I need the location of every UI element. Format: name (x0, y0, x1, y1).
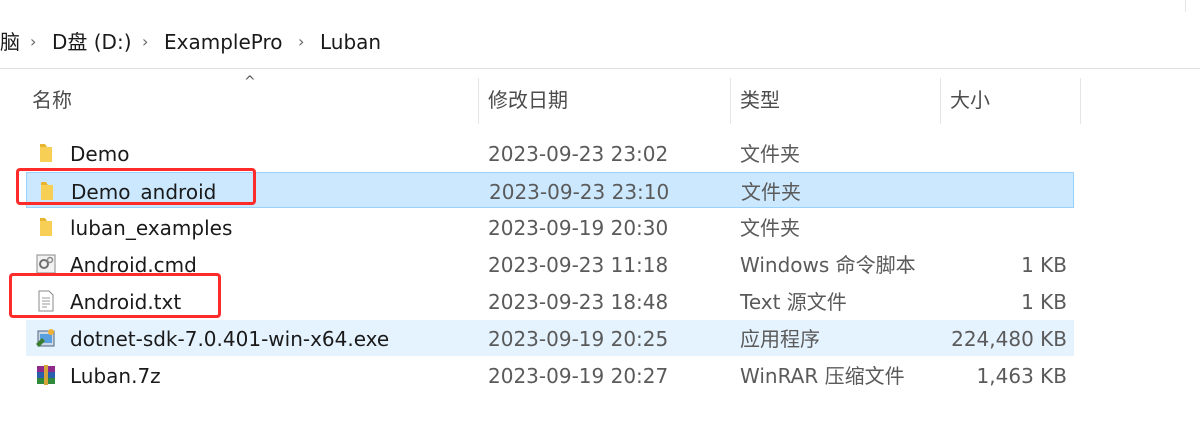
file-size: 1 KB (1021, 253, 1067, 277)
file-date: 2023-09-19 20:27 (488, 364, 669, 388)
file-date: 2023-09-19 20:30 (488, 216, 669, 240)
file-date: 2023-09-23 23:02 (488, 142, 669, 166)
file-date: 2023-09-23 11:18 (488, 253, 669, 277)
top-strip (0, 0, 1200, 15)
file-row-luban-examples[interactable]: luban_examples 2023-09-19 20:30 文件夹 (26, 209, 1074, 245)
column-header-date[interactable]: 修改日期 (488, 72, 568, 124)
folder-icon (40, 144, 52, 162)
column-divider[interactable] (478, 78, 479, 124)
file-size: 1 KB (1021, 290, 1067, 314)
chevron-right-icon[interactable]: › (30, 28, 36, 56)
column-header-size[interactable]: 大小 (950, 72, 990, 124)
installer-icon (36, 329, 55, 347)
annotation-highlight-android-txt (9, 273, 221, 318)
winrar-archive-icon (37, 365, 55, 385)
file-date: 2023-09-23 18:48 (488, 290, 669, 314)
file-name[interactable]: Luban.7z (70, 357, 161, 393)
breadcrumb-examplepro[interactable]: ExamplePro (164, 28, 283, 56)
annotation-highlight-demo-android (16, 168, 256, 205)
file-type: Text 源文件 (740, 290, 847, 314)
file-type: Windows 命令脚本 (740, 253, 916, 277)
file-type: WinRAR 压缩文件 (740, 364, 905, 388)
column-divider[interactable] (940, 78, 941, 124)
file-name[interactable]: Demo (70, 135, 129, 171)
file-size: 224,480 KB (951, 327, 1067, 351)
file-row-luban-7z[interactable]: Luban.7z 2023-09-19 20:27 WinRAR 压缩文件 1,… (26, 357, 1074, 393)
column-divider[interactable] (730, 78, 731, 124)
column-header-name[interactable]: 名称 (32, 72, 72, 124)
column-divider[interactable] (1080, 78, 1081, 124)
file-type: 文件夹 (740, 216, 800, 240)
file-date: 2023-09-19 20:25 (488, 327, 669, 351)
file-type: 应用程序 (740, 327, 820, 351)
file-size (927, 173, 1068, 209)
file-type: 文件夹 (740, 142, 800, 166)
breadcrumb-this-pc[interactable]: 脑 (0, 28, 20, 56)
file-size (926, 209, 1067, 245)
sort-ascending-icon: ^ (244, 74, 256, 90)
file-date: 2023-09-23 23:10 (489, 180, 670, 204)
file-size: 1,463 KB (976, 364, 1067, 388)
chevron-right-icon[interactable]: › (142, 28, 148, 56)
file-type: 文件夹 (741, 180, 801, 204)
file-size (926, 135, 1067, 171)
file-name[interactable]: dotnet-sdk-7.0.401-win-x64.exe (70, 320, 389, 356)
column-header-row: ^ 名称 修改日期 类型 大小 (0, 72, 1200, 124)
folder-icon (40, 218, 52, 236)
file-row-dotnet-sdk[interactable]: dotnet-sdk-7.0.401-win-x64.exe 2023-09-1… (26, 320, 1074, 356)
breadcrumb-luban[interactable]: Luban (320, 28, 381, 56)
file-row-demo[interactable]: Demo 2023-09-23 23:02 文件夹 (26, 135, 1074, 171)
chevron-right-icon[interactable]: › (298, 28, 304, 56)
column-header-type[interactable]: 类型 (740, 72, 780, 124)
file-name[interactable]: luban_examples (70, 209, 232, 245)
breadcrumb-drive-d[interactable]: D盘 (D:) (52, 28, 132, 56)
address-bar[interactable]: 脑 › D盘 (D:) › ExamplePro › Luban (0, 14, 1200, 69)
